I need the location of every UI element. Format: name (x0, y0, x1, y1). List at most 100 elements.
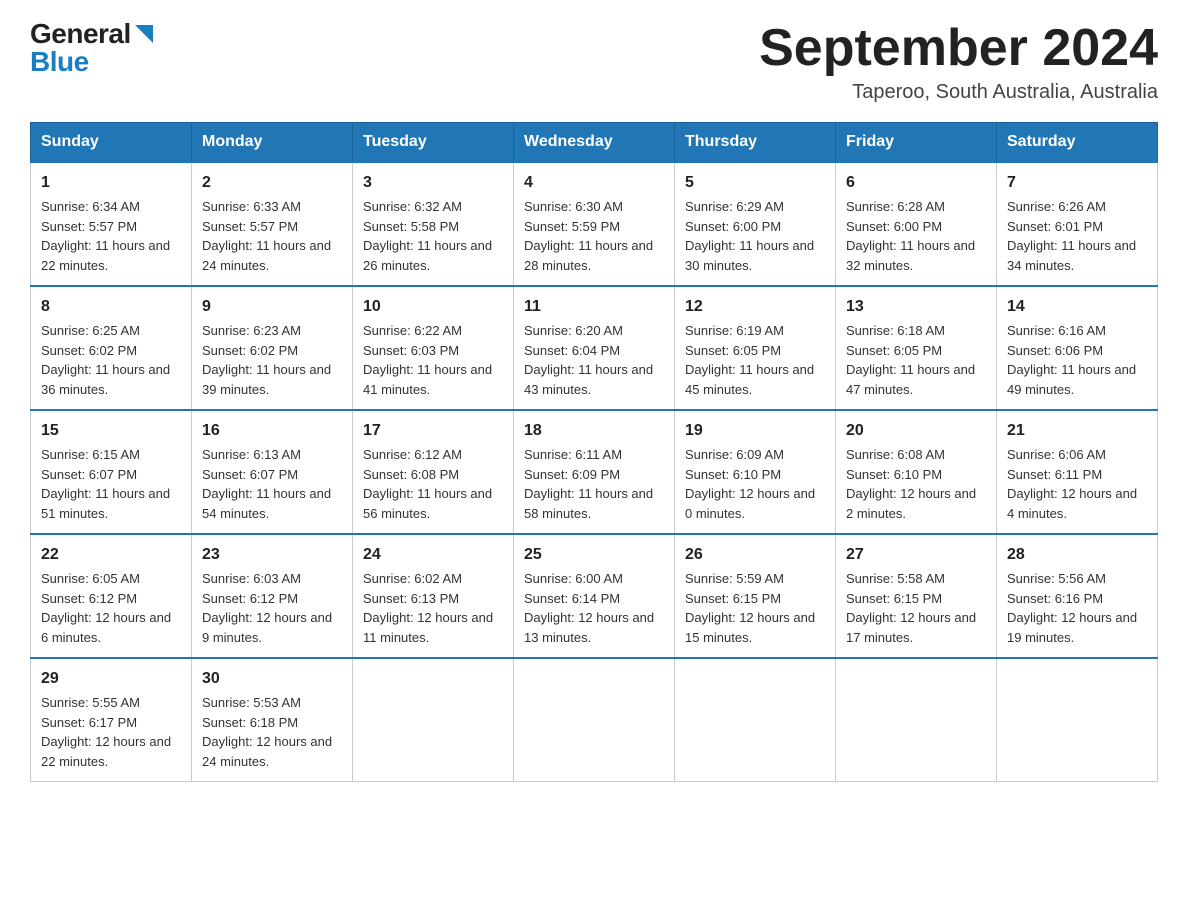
day-number: 12 (685, 295, 825, 319)
month-year-title: September 2024 (759, 20, 1158, 77)
day-number: 4 (524, 171, 664, 195)
header-cell-monday: Monday (192, 123, 353, 163)
day-number: 8 (41, 295, 181, 319)
day-cell: 16 Sunrise: 6:13 AMSunset: 6:07 PMDaylig… (192, 410, 353, 534)
day-cell: 18 Sunrise: 6:11 AMSunset: 6:09 PMDaylig… (514, 410, 675, 534)
day-cell (514, 658, 675, 782)
day-cell: 22 Sunrise: 6:05 AMSunset: 6:12 PMDaylig… (31, 534, 192, 658)
day-number: 21 (1007, 419, 1147, 443)
day-info: Sunrise: 5:56 AMSunset: 6:16 PMDaylight:… (1007, 571, 1137, 645)
day-cell: 29 Sunrise: 5:55 AMSunset: 6:17 PMDaylig… (31, 658, 192, 782)
day-info: Sunrise: 6:15 AMSunset: 6:07 PMDaylight:… (41, 447, 170, 521)
day-number: 2 (202, 171, 342, 195)
day-info: Sunrise: 6:12 AMSunset: 6:08 PMDaylight:… (363, 447, 492, 521)
page-header: General Blue September 2024 Taperoo, Sou… (30, 20, 1158, 104)
day-number: 17 (363, 419, 503, 443)
day-cell: 7 Sunrise: 6:26 AMSunset: 6:01 PMDayligh… (997, 162, 1158, 286)
day-number: 30 (202, 667, 342, 691)
day-cell: 19 Sunrise: 6:09 AMSunset: 6:10 PMDaylig… (675, 410, 836, 534)
day-cell: 20 Sunrise: 6:08 AMSunset: 6:10 PMDaylig… (836, 410, 997, 534)
calendar-header: SundayMondayTuesdayWednesdayThursdayFrid… (31, 123, 1158, 163)
logo-arrow-icon (135, 25, 153, 47)
day-info: Sunrise: 6:34 AMSunset: 5:57 PMDaylight:… (41, 199, 170, 273)
day-info: Sunrise: 6:09 AMSunset: 6:10 PMDaylight:… (685, 447, 815, 521)
day-info: Sunrise: 6:23 AMSunset: 6:02 PMDaylight:… (202, 323, 331, 397)
day-info: Sunrise: 6:20 AMSunset: 6:04 PMDaylight:… (524, 323, 653, 397)
week-row-4: 22 Sunrise: 6:05 AMSunset: 6:12 PMDaylig… (31, 534, 1158, 658)
day-cell: 23 Sunrise: 6:03 AMSunset: 6:12 PMDaylig… (192, 534, 353, 658)
day-number: 16 (202, 419, 342, 443)
logo-blue-text: Blue (30, 48, 89, 76)
day-info: Sunrise: 6:22 AMSunset: 6:03 PMDaylight:… (363, 323, 492, 397)
day-info: Sunrise: 5:53 AMSunset: 6:18 PMDaylight:… (202, 695, 332, 769)
title-block: September 2024 Taperoo, South Australia,… (759, 20, 1158, 104)
day-number: 6 (846, 171, 986, 195)
day-info: Sunrise: 6:26 AMSunset: 6:01 PMDaylight:… (1007, 199, 1136, 273)
header-row: SundayMondayTuesdayWednesdayThursdayFrid… (31, 123, 1158, 163)
day-cell: 17 Sunrise: 6:12 AMSunset: 6:08 PMDaylig… (353, 410, 514, 534)
logo-general-text: General (30, 20, 131, 48)
header-cell-thursday: Thursday (675, 123, 836, 163)
day-cell: 24 Sunrise: 6:02 AMSunset: 6:13 PMDaylig… (353, 534, 514, 658)
day-info: Sunrise: 6:33 AMSunset: 5:57 PMDaylight:… (202, 199, 331, 273)
day-cell: 27 Sunrise: 5:58 AMSunset: 6:15 PMDaylig… (836, 534, 997, 658)
day-cell: 12 Sunrise: 6:19 AMSunset: 6:05 PMDaylig… (675, 286, 836, 410)
day-info: Sunrise: 6:02 AMSunset: 6:13 PMDaylight:… (363, 571, 493, 645)
day-number: 28 (1007, 543, 1147, 567)
day-info: Sunrise: 6:11 AMSunset: 6:09 PMDaylight:… (524, 447, 653, 521)
day-info: Sunrise: 5:59 AMSunset: 6:15 PMDaylight:… (685, 571, 815, 645)
day-cell: 28 Sunrise: 5:56 AMSunset: 6:16 PMDaylig… (997, 534, 1158, 658)
day-cell: 13 Sunrise: 6:18 AMSunset: 6:05 PMDaylig… (836, 286, 997, 410)
day-cell: 4 Sunrise: 6:30 AMSunset: 5:59 PMDayligh… (514, 162, 675, 286)
day-cell: 25 Sunrise: 6:00 AMSunset: 6:14 PMDaylig… (514, 534, 675, 658)
day-cell: 30 Sunrise: 5:53 AMSunset: 6:18 PMDaylig… (192, 658, 353, 782)
week-row-3: 15 Sunrise: 6:15 AMSunset: 6:07 PMDaylig… (31, 410, 1158, 534)
day-number: 1 (41, 171, 181, 195)
day-info: Sunrise: 6:28 AMSunset: 6:00 PMDaylight:… (846, 199, 975, 273)
day-info: Sunrise: 6:30 AMSunset: 5:59 PMDaylight:… (524, 199, 653, 273)
day-cell: 14 Sunrise: 6:16 AMSunset: 6:06 PMDaylig… (997, 286, 1158, 410)
day-number: 19 (685, 419, 825, 443)
day-cell: 21 Sunrise: 6:06 AMSunset: 6:11 PMDaylig… (997, 410, 1158, 534)
day-number: 18 (524, 419, 664, 443)
header-cell-sunday: Sunday (31, 123, 192, 163)
header-cell-wednesday: Wednesday (514, 123, 675, 163)
day-number: 9 (202, 295, 342, 319)
day-cell (353, 658, 514, 782)
header-cell-tuesday: Tuesday (353, 123, 514, 163)
day-number: 24 (363, 543, 503, 567)
day-info: Sunrise: 6:00 AMSunset: 6:14 PMDaylight:… (524, 571, 654, 645)
day-info: Sunrise: 6:32 AMSunset: 5:58 PMDaylight:… (363, 199, 492, 273)
day-cell (997, 658, 1158, 782)
day-cell: 1 Sunrise: 6:34 AMSunset: 5:57 PMDayligh… (31, 162, 192, 286)
day-number: 5 (685, 171, 825, 195)
day-number: 11 (524, 295, 664, 319)
day-number: 15 (41, 419, 181, 443)
day-cell: 2 Sunrise: 6:33 AMSunset: 5:57 PMDayligh… (192, 162, 353, 286)
day-number: 10 (363, 295, 503, 319)
day-number: 7 (1007, 171, 1147, 195)
day-cell (675, 658, 836, 782)
location-subtitle: Taperoo, South Australia, Australia (759, 81, 1158, 104)
day-cell: 26 Sunrise: 5:59 AMSunset: 6:15 PMDaylig… (675, 534, 836, 658)
day-cell: 6 Sunrise: 6:28 AMSunset: 6:00 PMDayligh… (836, 162, 997, 286)
day-number: 27 (846, 543, 986, 567)
day-info: Sunrise: 5:58 AMSunset: 6:15 PMDaylight:… (846, 571, 976, 645)
day-cell: 5 Sunrise: 6:29 AMSunset: 6:00 PMDayligh… (675, 162, 836, 286)
logo: General Blue (30, 20, 153, 76)
calendar-table: SundayMondayTuesdayWednesdayThursdayFrid… (30, 122, 1158, 782)
day-number: 26 (685, 543, 825, 567)
day-info: Sunrise: 6:29 AMSunset: 6:00 PMDaylight:… (685, 199, 814, 273)
day-info: Sunrise: 6:19 AMSunset: 6:05 PMDaylight:… (685, 323, 814, 397)
day-info: Sunrise: 6:18 AMSunset: 6:05 PMDaylight:… (846, 323, 975, 397)
day-info: Sunrise: 5:55 AMSunset: 6:17 PMDaylight:… (41, 695, 171, 769)
day-cell: 9 Sunrise: 6:23 AMSunset: 6:02 PMDayligh… (192, 286, 353, 410)
header-cell-saturday: Saturday (997, 123, 1158, 163)
calendar-body: 1 Sunrise: 6:34 AMSunset: 5:57 PMDayligh… (31, 162, 1158, 782)
day-number: 29 (41, 667, 181, 691)
header-cell-friday: Friday (836, 123, 997, 163)
day-number: 22 (41, 543, 181, 567)
day-info: Sunrise: 6:08 AMSunset: 6:10 PMDaylight:… (846, 447, 976, 521)
week-row-2: 8 Sunrise: 6:25 AMSunset: 6:02 PMDayligh… (31, 286, 1158, 410)
day-cell: 11 Sunrise: 6:20 AMSunset: 6:04 PMDaylig… (514, 286, 675, 410)
